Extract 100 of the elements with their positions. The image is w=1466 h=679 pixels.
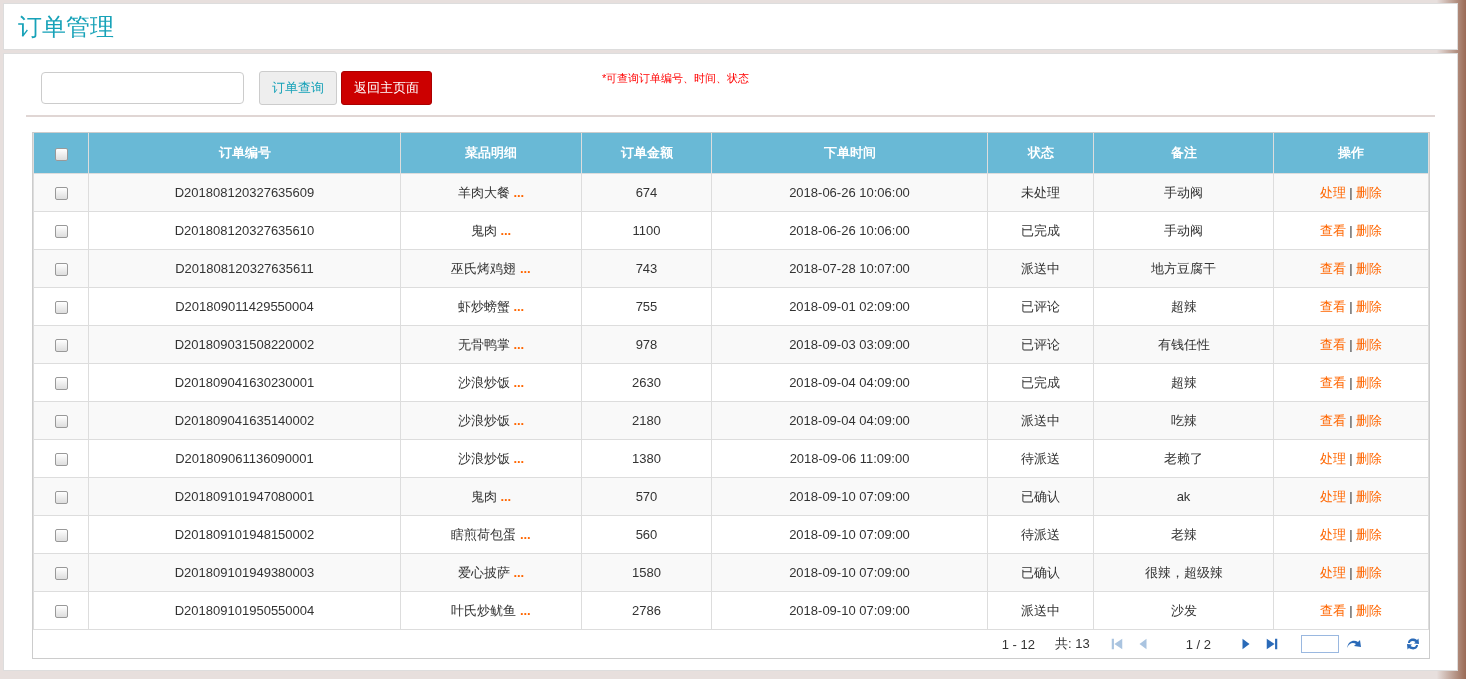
table-cell: D201809011429550004	[88, 287, 401, 326]
delete-link[interactable]: 删除	[1356, 222, 1383, 238]
table-cell: 手动阀	[1093, 211, 1274, 250]
action-link[interactable]: 查看	[1319, 260, 1346, 276]
table-cell: 地方豆腐干	[1093, 249, 1274, 288]
row-checkbox[interactable]	[54, 567, 68, 581]
row-checkbox[interactable]	[54, 225, 68, 239]
row-checkbox[interactable]	[54, 187, 68, 201]
table-cell: 1100	[581, 211, 712, 250]
delete-link[interactable]: 删除	[1356, 184, 1383, 200]
row-checkbox[interactable]	[54, 377, 68, 391]
action-link[interactable]: 查看	[1319, 412, 1346, 428]
table-cell: 很辣，超级辣	[1093, 553, 1274, 592]
delete-link[interactable]: 删除	[1356, 602, 1383, 618]
table-cell: 已完成	[987, 363, 1094, 402]
delete-link[interactable]: 删除	[1356, 526, 1383, 542]
more-link[interactable]: ...	[519, 260, 531, 276]
separator: |	[1349, 222, 1353, 238]
more-link[interactable]: ...	[513, 450, 525, 466]
table-cell: 2018-09-10 07:09:00	[711, 477, 988, 516]
delete-link[interactable]: 删除	[1356, 488, 1383, 504]
action-link[interactable]: 处理	[1319, 526, 1346, 542]
table-cell: D201809041630230001	[88, 363, 401, 402]
action-link[interactable]: 处理	[1319, 184, 1346, 200]
more-link[interactable]: ...	[513, 184, 525, 200]
dish-name: 沙浪炒饭	[457, 412, 510, 428]
row-checkbox[interactable]	[54, 491, 68, 505]
table-cell: 674	[581, 173, 712, 212]
select-all-checkbox[interactable]	[54, 147, 68, 161]
action-link[interactable]: 查看	[1319, 336, 1346, 352]
separator: |	[1349, 412, 1353, 428]
table-cell: 派送中	[987, 591, 1094, 630]
home-button[interactable]: 返回主页面	[341, 71, 432, 105]
table-cell: D201808120327635610	[88, 211, 401, 250]
table-cell: 已确认	[987, 477, 1094, 516]
more-link[interactable]: ...	[500, 222, 512, 238]
query-button[interactable]: 订单查询	[259, 71, 337, 105]
dish-name: 爱心披萨	[457, 564, 510, 580]
action-link[interactable]: 处理	[1319, 450, 1346, 466]
dish-name: 叶氏炒鱿鱼	[451, 602, 517, 618]
table-cell: 2018-09-06 11:09:00	[711, 439, 988, 478]
table-cell: 2018-09-10 07:09:00	[711, 553, 988, 592]
more-link[interactable]: ...	[513, 412, 525, 428]
delete-link[interactable]: 删除	[1356, 564, 1383, 580]
column-header: 菜品明细	[400, 133, 582, 174]
refresh-icon[interactable]	[1405, 636, 1421, 652]
row-checkbox[interactable]	[54, 415, 68, 429]
action-link[interactable]: 查看	[1319, 298, 1346, 314]
search-hint: *可查询订单编号、时间、状态	[602, 71, 750, 86]
action-link[interactable]: 查看	[1319, 374, 1346, 390]
table-cell: D201808120327635609	[88, 173, 401, 212]
page-title: 订单管理	[18, 11, 114, 42]
action-link[interactable]: 查看	[1319, 602, 1346, 618]
table-cell: D201809031508220002	[88, 325, 401, 364]
delete-link[interactable]: 删除	[1356, 412, 1383, 428]
action-link[interactable]: 处理	[1319, 564, 1346, 580]
search-field[interactable]	[41, 72, 244, 104]
separator: |	[1349, 526, 1353, 542]
table-cell: 有钱任性	[1093, 325, 1274, 364]
delete-link[interactable]: 删除	[1356, 260, 1383, 276]
row-checkbox[interactable]	[54, 301, 68, 315]
more-link[interactable]: ...	[513, 374, 525, 390]
action-link[interactable]: 查看	[1319, 222, 1346, 238]
table-cell: 未处理	[987, 173, 1094, 212]
row-checkbox[interactable]	[54, 605, 68, 619]
row-checkbox[interactable]	[54, 453, 68, 467]
table-cell: 2018-07-28 10:07:00	[711, 249, 988, 288]
row-checkbox[interactable]	[54, 529, 68, 543]
row-checkbox[interactable]	[54, 263, 68, 277]
table-cell: 2786	[581, 591, 712, 630]
separator: |	[1349, 298, 1353, 314]
more-link[interactable]: ...	[513, 564, 525, 580]
more-link[interactable]: ...	[519, 602, 531, 618]
delete-link[interactable]: 删除	[1356, 336, 1383, 352]
delete-link[interactable]: 删除	[1356, 374, 1383, 390]
last-page-icon[interactable]	[1265, 637, 1279, 651]
delete-link[interactable]: 删除	[1356, 450, 1383, 466]
table-cell: 2018-09-10 07:09:00	[711, 515, 988, 554]
dish-name: 鬼肉	[470, 488, 497, 504]
separator: |	[1349, 488, 1353, 504]
row-checkbox[interactable]	[54, 339, 68, 353]
table-cell: 1380	[581, 439, 712, 478]
table-cell: D201809101950550004	[88, 591, 401, 630]
table-cell: 已完成	[987, 211, 1094, 250]
table-cell: 沙发	[1093, 591, 1274, 630]
more-link[interactable]: ...	[513, 336, 525, 352]
more-link[interactable]: ...	[500, 488, 512, 504]
table-cell: 2180	[581, 401, 712, 440]
separator: |	[1349, 602, 1353, 618]
table-cell: 2018-06-26 10:06:00	[711, 211, 988, 250]
table-cell: 560	[581, 515, 712, 554]
column-header: 订单编号	[88, 133, 401, 174]
table-cell: D201809061136090001	[88, 439, 401, 478]
action-link[interactable]: 处理	[1319, 488, 1346, 504]
delete-link[interactable]: 删除	[1356, 298, 1383, 314]
table-cell: 1580	[581, 553, 712, 592]
table-cell: D201809101949380003	[88, 553, 401, 592]
page-number-field[interactable]	[1301, 635, 1339, 653]
more-link[interactable]: ...	[519, 526, 531, 542]
more-link[interactable]: ...	[513, 298, 525, 314]
